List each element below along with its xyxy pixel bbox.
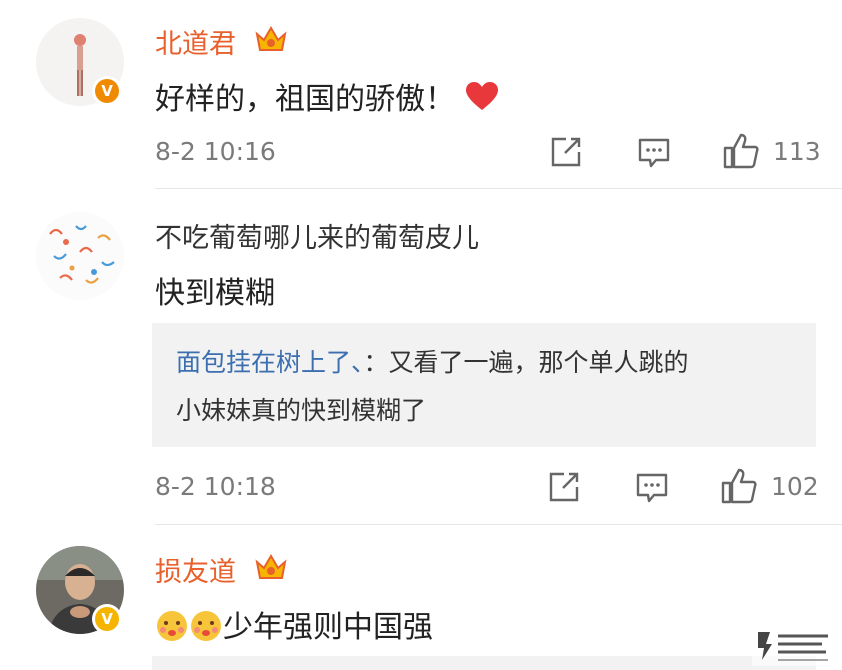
reply-text-line2: 小妹妹真的快到模糊了 (176, 396, 427, 425)
comment-icon (636, 473, 668, 503)
reply-text-line1: 又看了一遍，那个单人跳的 (388, 348, 689, 377)
reply-box[interactable]: 面包挂在树上了、：又看了一遍，那个单人跳的 小妹妹真的快到模糊了 (152, 323, 816, 447)
avatar[interactable] (36, 212, 124, 300)
thumbs-up-icon (721, 468, 757, 504)
kiss-emoji-icon (191, 611, 221, 641)
reply-box[interactable] (152, 656, 816, 670)
comment-divider (155, 524, 842, 525)
comment-text-body: 好样的，祖国的骄傲！ (155, 82, 455, 117)
avatar-pattern-image (36, 212, 124, 300)
comment-text: 快到模糊 (155, 276, 275, 311)
thumbs-up-icon (723, 133, 759, 169)
verified-badge-letter: V (95, 607, 119, 631)
share-button[interactable] (546, 469, 582, 505)
reply-line-2: 小妹妹真的快到模糊了 (176, 391, 426, 427)
comment-text-body: 少年强则中国强 (223, 610, 433, 645)
username[interactable]: 北道君 (155, 22, 236, 61)
like-count: 102 (771, 472, 819, 501)
comment-text: 少年强则中国强 (155, 602, 433, 646)
verified-badge-letter: V (95, 79, 119, 103)
username[interactable]: 不吃葡萄哪儿来的葡萄皮儿 (155, 216, 479, 255)
comment-button[interactable] (634, 469, 670, 505)
share-button[interactable] (548, 134, 584, 170)
comment-timestamp: 8-2 10:18 (155, 472, 276, 501)
comment-text: 好样的，祖国的骄傲！ (155, 74, 499, 118)
crown-icon (255, 26, 287, 51)
verified-badge-icon: V (92, 76, 122, 106)
reply-username[interactable]: 面包挂在树上了、 (176, 348, 364, 377)
reply-line-1: 面包挂在树上了、：又看了一遍，那个单人跳的 (176, 343, 689, 379)
verified-badge-icon: V (92, 604, 122, 634)
reply-separator: ： (363, 348, 389, 377)
comment-divider (155, 188, 842, 189)
like-count: 113 (773, 137, 821, 166)
kiss-emoji-icon (157, 611, 187, 641)
comment-button[interactable] (636, 134, 672, 170)
share-icon (551, 137, 581, 167)
username[interactable]: 损友道 (155, 550, 236, 589)
comment-timestamp: 8-2 10:16 (155, 137, 276, 166)
crown-icon (255, 554, 287, 579)
like-button[interactable] (720, 467, 758, 505)
like-button[interactable] (722, 132, 760, 170)
share-icon (549, 472, 579, 502)
comment-icon (638, 138, 670, 168)
heart-icon (465, 82, 498, 110)
watermark-logo (752, 624, 836, 666)
